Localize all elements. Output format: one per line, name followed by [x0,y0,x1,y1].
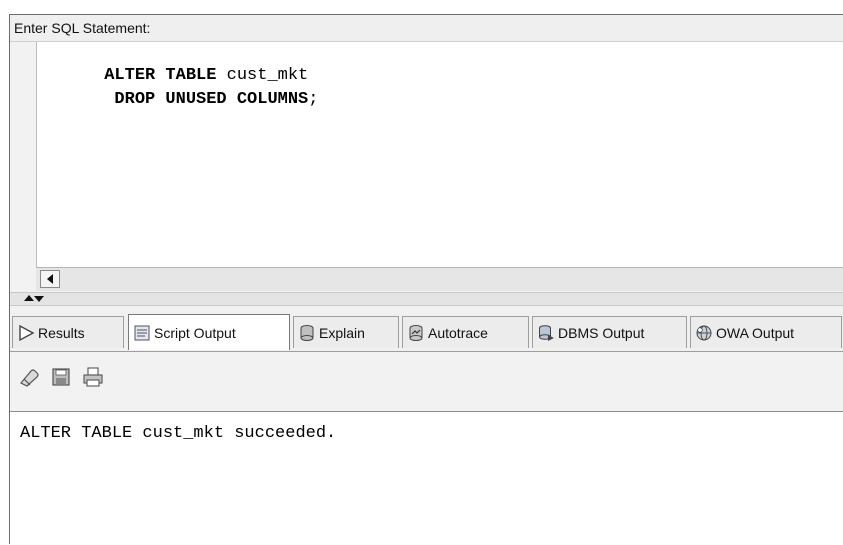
expand-up-icon[interactable] [24,295,34,301]
sql-worksheet: Enter SQL Statement: ALTER TABLE cust_mk… [9,14,843,545]
script-output-panel: ALTER TABLE cust_mkt succeeded. [10,412,843,545]
output-message: ALTER TABLE cust_mkt succeeded. [20,424,337,443]
tab-label: Script Output [154,324,236,341]
script-icon [134,325,150,340]
play-icon [19,324,35,341]
tab-explain[interactable]: Explain [293,316,399,348]
tab-script-output[interactable]: Script Output [128,314,290,350]
autotrace-icon [409,324,423,341]
expand-down-icon[interactable] [34,296,44,302]
tab-label: DBMS Output [558,324,645,341]
tab-owa-output[interactable]: OWA Output [690,316,842,348]
save-icon[interactable] [50,366,72,388]
sql-line-2: DROP UNUSED COLUMNS; [43,71,318,128]
print-icon[interactable] [82,366,104,388]
output-toolbar [10,352,843,412]
output-tabs: Results Script Output Explain Autotrace … [10,311,843,352]
tab-dbms-output[interactable]: DBMS Output [532,316,687,348]
tab-label: Results [38,324,85,341]
enter-sql-label: Enter SQL Statement: [14,20,151,36]
tab-label: Autotrace [428,324,488,341]
scroll-left-button[interactable] [40,270,60,288]
eraser-icon[interactable] [18,366,40,388]
tab-results[interactable]: Results [12,316,124,348]
sql-label-bar: Enter SQL Statement: [10,15,843,42]
sql-keyword: DROP UNUSED COLUMNS [104,90,309,109]
sql-editor[interactable]: ALTER TABLE cust_mkt DROP UNUSED COLUMNS… [36,42,843,267]
tab-autotrace[interactable]: Autotrace [402,316,529,348]
dbms-icon [539,324,554,341]
explain-icon [300,324,314,341]
sql-text: ; [308,90,319,109]
tab-label: OWA Output [716,324,795,341]
owa-icon [696,325,712,340]
tab-label: Explain [319,324,365,341]
pane-splitter[interactable] [10,292,843,306]
horizontal-scrollbar[interactable] [36,267,843,291]
